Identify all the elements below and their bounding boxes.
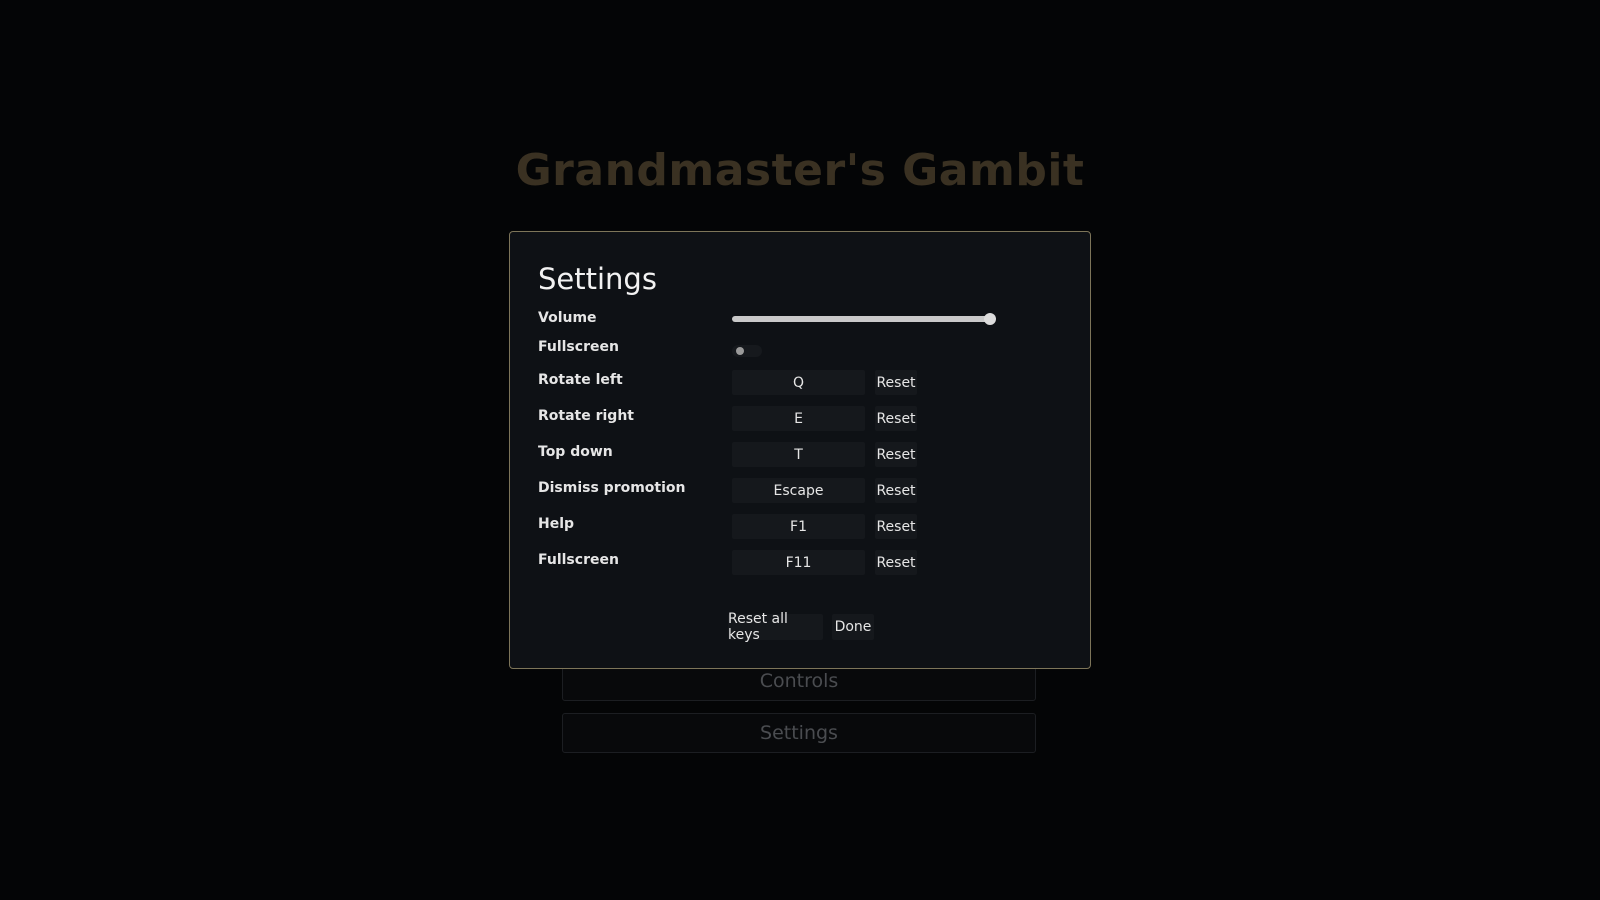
keybind-label-fullscreen: Fullscreen — [538, 552, 619, 568]
fullscreen-toggle[interactable] — [732, 345, 762, 357]
volume-slider[interactable] — [732, 313, 996, 325]
keybind-button-help[interactable]: F1 — [732, 514, 865, 539]
volume-label: Volume — [538, 310, 597, 326]
keybind-button-rotate-right[interactable]: E — [732, 406, 865, 431]
reset-button-top-down[interactable]: Reset — [875, 442, 917, 467]
reset-button-help[interactable]: Reset — [875, 514, 917, 539]
menu-settings-button[interactable]: Settings — [562, 713, 1036, 753]
keybind-button-top-down[interactable]: T — [732, 442, 865, 467]
settings-dialog: Settings Volume Fullscreen Rotate left Q… — [509, 231, 1091, 669]
keybind-label-top-down: Top down — [538, 444, 613, 460]
reset-button-rotate-left[interactable]: Reset — [875, 370, 917, 395]
fullscreen-toggle-label: Fullscreen — [538, 339, 619, 355]
keybind-button-rotate-left[interactable]: Q — [732, 370, 865, 395]
reset-button-rotate-right[interactable]: Reset — [875, 406, 917, 431]
reset-button-fullscreen[interactable]: Reset — [875, 550, 917, 575]
keybind-label-dismiss-promotion: Dismiss promotion — [538, 480, 686, 496]
fullscreen-toggle-knob — [736, 347, 744, 355]
keybind-label-rotate-left: Rotate left — [538, 372, 623, 388]
game-screen: Grandmaster's Gambit Controls Settings S… — [0, 0, 1600, 900]
reset-all-keys-button[interactable]: Reset all keys — [728, 611, 823, 643]
keybind-button-fullscreen[interactable]: F11 — [732, 550, 865, 575]
done-button[interactable]: Done — [832, 614, 874, 640]
keybind-button-dismiss-promotion[interactable]: Escape — [732, 478, 865, 503]
reset-button-dismiss-promotion[interactable]: Reset — [875, 478, 917, 503]
keybind-label-help: Help — [538, 516, 575, 532]
volume-slider-thumb[interactable] — [984, 313, 996, 325]
dialog-title: Settings — [538, 262, 657, 296]
keybind-label-rotate-right: Rotate right — [538, 408, 634, 424]
game-title: Grandmaster's Gambit — [515, 145, 1085, 196]
